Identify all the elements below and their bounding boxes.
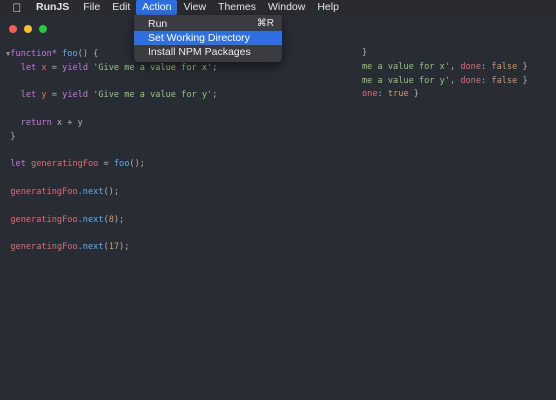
menu-item-label: Run — [148, 18, 168, 30]
apple-icon[interactable]:  — [0, 1, 34, 15]
result-line-3: me a value for y', done: false } — [362, 75, 528, 86]
code-token: 17 — [108, 242, 120, 253]
menu-view[interactable]: View — [177, 0, 212, 15]
code-token: generatingFoo — [10, 242, 78, 253]
result-token: me a value for x' — [362, 61, 450, 72]
code-token: (); — [129, 159, 145, 170]
code-token: foo — [113, 159, 130, 170]
code-token: ); — [113, 214, 125, 225]
menu-edit[interactable]: Edit — [106, 0, 136, 15]
result-token: done — [460, 61, 482, 72]
shortcut-label: ⌘R — [256, 18, 274, 29]
code-editor[interactable]: ▼ function* foo() { let x = yield 'Give … — [0, 48, 360, 255]
result-token: true — [387, 89, 409, 100]
code-line-6: return x + y — [0, 117, 360, 131]
code-token: generatingFoo — [10, 186, 78, 197]
result-token: one — [362, 89, 378, 100]
result-line-1: } — [362, 47, 556, 61]
code-token: (); — [103, 186, 120, 197]
result-token: me a value for y' — [362, 75, 450, 86]
code-token: .next — [77, 214, 104, 225]
code-token: generatingFoo — [31, 159, 99, 170]
code-token: generatingFoo — [10, 214, 78, 225]
menu-item-install-npm-packages[interactable]: Install NPM Packages — [134, 45, 282, 59]
code-token: yield — [62, 90, 89, 101]
code-token: ; — [212, 62, 218, 73]
result-token: done — [460, 75, 482, 86]
menu-bar:  RunJS File Edit Action View Themes Win… — [0, 0, 556, 15]
result-line-4: one: true } — [362, 89, 419, 100]
minimize-window-button[interactable] — [24, 25, 32, 33]
code-token: } — [10, 131, 16, 142]
result-line-2: me a value for x', done: false } — [362, 61, 528, 72]
code-token: .next — [77, 186, 104, 197]
code-line-7: } — [0, 131, 360, 145]
code-token: let — [20, 90, 37, 101]
code-token: foo — [62, 49, 78, 59]
fold-arrow-icon[interactable]: ▼ — [6, 48, 10, 62]
code-token: 'Give me a value for y' — [93, 90, 213, 101]
code-token: 'Give me a value for x' — [93, 62, 213, 73]
code-token: ); — [119, 242, 130, 253]
code-line-11: generatingFoo.next(); — [0, 186, 360, 200]
zoom-window-button[interactable] — [39, 25, 47, 33]
menu-item-label: Set Working Directory — [148, 32, 250, 44]
code-token: = — [46, 90, 63, 101]
result-token: } — [362, 48, 368, 58]
menu-runjs[interactable]: RunJS — [34, 0, 77, 15]
close-window-button[interactable] — [9, 25, 17, 33]
menu-item-set-working-directory[interactable]: Set Working Directory — [134, 31, 282, 45]
code-token: () { — [77, 49, 99, 59]
menu-item-run[interactable]: Run ⌘R — [134, 17, 282, 31]
code-line-9: let generatingFoo = foo(); — [0, 158, 360, 172]
action-dropdown-menu: Run ⌘R Set Working Directory Install NPM… — [134, 15, 282, 62]
code-line-15: generatingFoo.next(17); — [0, 241, 360, 255]
menu-themes[interactable]: Themes — [212, 0, 262, 15]
results-pane: } me a value for x', done: false } me a … — [362, 47, 556, 102]
code-token: = — [46, 62, 63, 73]
code-token: yield — [62, 62, 89, 73]
menu-file[interactable]: File — [77, 0, 106, 15]
code-token: function* — [10, 49, 57, 59]
code-line-13: generatingFoo.next(8); — [0, 214, 360, 228]
code-token: x + y — [51, 117, 83, 128]
code-line-2: let x = yield 'Give me a value for x'; — [0, 62, 360, 76]
code-token: let — [20, 62, 37, 73]
menu-action[interactable]: Action — [136, 0, 178, 15]
menu-item-label: Install NPM Packages — [148, 46, 251, 58]
code-token: ; — [212, 90, 218, 101]
code-token: .next — [77, 242, 104, 253]
code-line-4: let y = yield 'Give me a value for y'; — [0, 89, 360, 103]
menu-help[interactable]: Help — [311, 0, 345, 15]
app-window: ▼ function* foo() { let x = yield 'Give … — [0, 15, 556, 400]
menu-window[interactable]: Window — [262, 0, 311, 15]
code-token: let — [10, 159, 26, 170]
result-token: false — [491, 75, 518, 86]
code-token: = — [98, 159, 114, 170]
code-token: return — [20, 117, 52, 128]
result-token: false — [491, 61, 518, 72]
